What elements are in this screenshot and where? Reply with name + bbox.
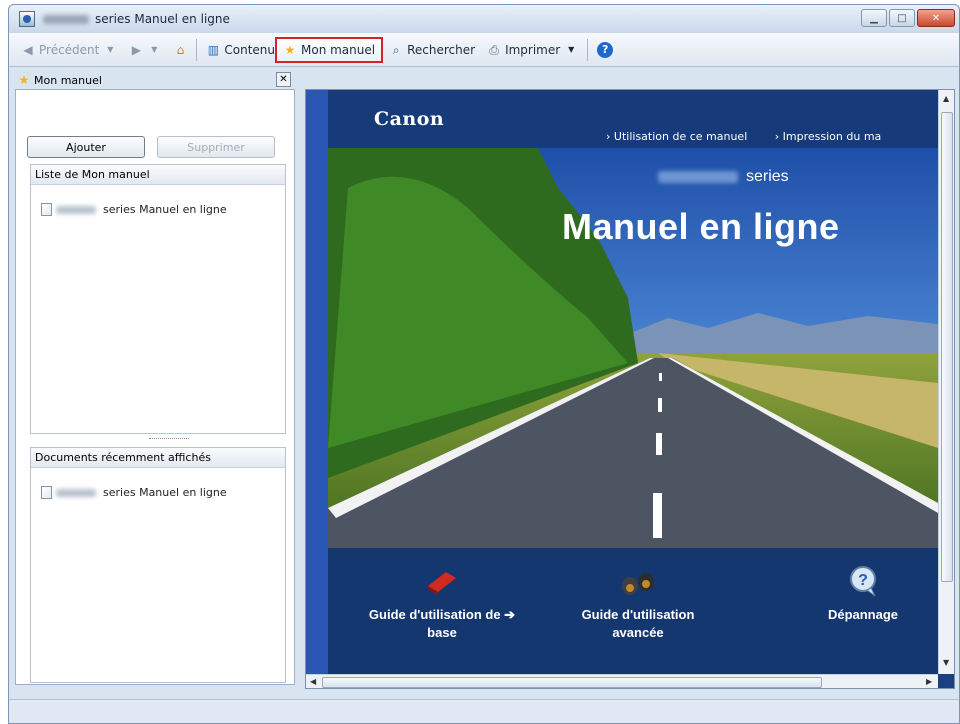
scroll-up-icon[interactable]: ▲ [943,94,949,103]
book-icon: ▥ [207,42,220,57]
printer-icon: ⎙ [489,42,499,57]
back-button[interactable]: ◀ Précédent ▼ [15,37,123,63]
chevron-down-icon: ▼ [568,44,575,54]
list-item[interactable]: series Manuel en ligne [31,468,285,499]
hero-title: Manuel en ligne [562,206,840,247]
list-item-label: series Manuel en ligne [103,203,227,216]
model-name-redacted [43,14,89,24]
vertical-scroll-thumb[interactable] [941,112,953,582]
red-book-icon [428,572,456,595]
sidebar-header: ★ Mon manuel ✕ [15,71,295,89]
title-bar: series Manuel en ligne ▁ □ ✕ [9,5,959,33]
help-button[interactable]: ? [591,37,619,63]
list-item[interactable]: series Manuel en ligne [31,185,285,216]
basic-guide-line2: base [427,624,457,640]
print-manual-link[interactable]: › Impression du ma [775,130,894,143]
content-pane: Canon › Utilisation de ce manuel › Impre… [305,89,955,689]
top-links: › Utilisation de ce manuel › Impression … [606,130,905,143]
help-window: series Manuel en ligne ▁ □ ✕ ◀ Précédent… [8,4,960,724]
model-name-redacted [658,170,738,183]
scroll-left-icon[interactable]: ◀ [310,677,316,686]
app-icon [19,11,35,27]
search-icon: ⌕ [392,42,400,57]
star-icon: ★ [284,42,296,57]
binoculars-icon [622,573,654,595]
my-manual-label: Mon manuel [301,42,376,57]
toolbar-separator [587,38,589,61]
advanced-guide-link[interactable]: Guide d'utilisation avancée [548,564,728,641]
forward-arrow-icon: ▶ [131,42,141,57]
question-bubble-icon: ? [850,566,876,597]
back-arrow-icon: ◀ [23,42,33,57]
close-pane-button[interactable]: ✕ [276,72,291,87]
add-button[interactable]: Ajouter [27,136,145,158]
usage-link-label: Utilisation de ce manuel [613,130,748,143]
search-button[interactable]: ⌕ Rechercher [383,37,481,63]
print-label: Imprimer [505,42,561,57]
main-navigation: Guide d'utilisation de ➔ base Guide d'ut… [328,548,938,688]
close-button[interactable]: ✕ [917,9,955,27]
maximize-button[interactable]: □ [889,9,915,27]
toolbar-separator [196,38,198,61]
home-icon: ⌂ [176,42,185,57]
forward-button[interactable]: ▶ ▼ [123,37,167,63]
advanced-guide-line1: Guide d'utilisation [581,607,695,622]
usage-link[interactable]: › Utilisation de ce manuel [606,130,759,143]
horizontal-scrollbar[interactable]: ◀ ▶ [306,674,938,688]
advanced-guide-line2: avancée [612,624,664,640]
status-bar [9,699,959,723]
vertical-scrollbar[interactable]: ▲ ▼ [938,90,954,674]
list-title: Liste de Mon manuel [31,165,285,185]
canon-logo: Canon [374,108,445,130]
document-icon [41,203,52,216]
contents-button[interactable]: ▥ Contenu [200,37,275,63]
svg-text:?: ? [858,572,868,589]
troubleshooting-link[interactable]: ? Dépannage [798,564,928,624]
troubleshooting-label: Dépannage [827,607,899,622]
print-button[interactable]: ⎙ Imprimer ▼ [481,37,584,63]
chevron-down-icon: ▼ [107,44,114,54]
window-controls: ▁ □ ✕ [861,9,955,27]
home-button[interactable]: ⌂ [167,37,193,63]
my-manual-list: Liste de Mon manuel series Manuel en lig… [30,164,286,434]
scroll-right-icon[interactable]: ▶ [926,677,932,686]
star-icon: ★ [18,73,30,87]
series-label: series [658,168,789,186]
my-manual-button[interactable]: ★ Mon manuel [275,36,384,63]
window-title: series Manuel en ligne [95,12,230,26]
scroll-down-icon[interactable]: ▼ [943,658,949,667]
back-label: Précédent [39,42,100,57]
model-name-redacted [56,205,96,214]
minimize-button[interactable]: ▁ [861,9,887,27]
model-name-redacted [56,488,96,497]
pane-splitter[interactable] [149,438,189,441]
chevron-down-icon: ▼ [151,44,158,54]
basic-guide-link[interactable]: Guide d'utilisation de ➔ base [342,564,542,641]
horizontal-scroll-thumb[interactable] [322,677,822,688]
print-manual-link-label: Impression du ma [782,130,882,143]
sidebar-buttons: Ajouter Supprimer [27,136,275,158]
sidebar-title: Mon manuel [34,73,102,87]
help-icon: ? [597,41,614,58]
recent-documents-list: Documents récemment affichés series Manu… [30,447,286,683]
recent-item-label: series Manuel en ligne [103,486,227,499]
toolbar: ◀ Précédent ▼ ▶ ▼ ⌂ ▥ Contenu ★ Mon manu… [9,33,959,67]
series-text: series [746,168,789,185]
basic-guide-line1: Guide d'utilisation de [368,607,501,622]
hero-banner: series Manuel en ligne [328,148,938,548]
remove-button[interactable]: Supprimer [157,136,275,158]
contents-label: Contenu [224,42,275,57]
document-icon [41,486,52,499]
content-left-strip [306,90,328,688]
search-label: Rechercher [407,42,476,57]
recent-title: Documents récemment affichés [31,448,285,468]
